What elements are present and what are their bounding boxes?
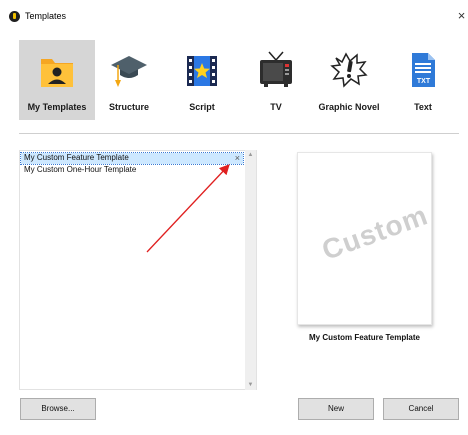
preview-watermark: Custom bbox=[317, 199, 433, 266]
new-button[interactable]: New bbox=[298, 398, 374, 420]
preview-caption: My Custom Feature Template bbox=[309, 333, 420, 342]
browse-button[interactable]: Browse... bbox=[20, 398, 96, 420]
template-preview: Custom bbox=[297, 152, 432, 325]
cancel-button[interactable]: Cancel bbox=[383, 398, 459, 420]
